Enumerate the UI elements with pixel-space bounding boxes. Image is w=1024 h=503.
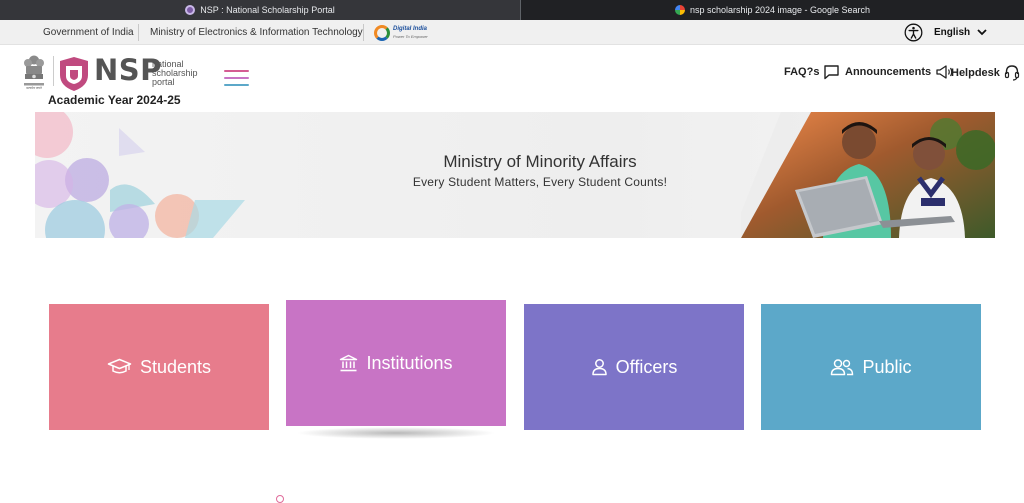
ministry-link[interactable]: Ministry of Electronics & Information Te… <box>150 27 363 38</box>
government-of-india-link[interactable]: Government of India <box>43 27 134 38</box>
chat-icon <box>824 65 840 80</box>
government-bar: Government of India Ministry of Electron… <box>0 20 1024 45</box>
site-header: सत्यमेव जयते NSP national scholarship po… <box>0 45 1024 112</box>
helpdesk-link[interactable]: Helpdesk <box>951 64 1020 81</box>
chevron-down-icon[interactable] <box>976 26 988 38</box>
nsp-logo-subtitle: national scholarship portal <box>152 60 198 87</box>
students-card[interactable]: Students <box>49 304 269 430</box>
card-label: Officers <box>615 356 678 377</box>
faqs-label: FAQ?s <box>784 66 820 78</box>
menu-line <box>224 84 249 86</box>
institutions-card[interactable]: Institutions <box>286 300 506 426</box>
academic-year: Academic Year 2024-25 <box>48 93 181 107</box>
logo-divider <box>53 56 54 86</box>
divider <box>138 24 139 41</box>
menu-line <box>224 77 249 79</box>
helpdesk-label: Helpdesk <box>951 66 1000 79</box>
card-label: Students <box>139 356 212 377</box>
digital-india-tagline: Power To Empower <box>393 33 428 39</box>
digital-india-text: Digital India <box>393 25 428 32</box>
banner-title: Ministry of Minority Affairs <box>443 152 637 171</box>
accessibility-icon[interactable] <box>904 23 923 42</box>
card-label: Institutions <box>366 352 453 373</box>
user-icon <box>591 359 607 376</box>
card-hover-shadow <box>296 427 496 439</box>
emblem-caption: सत्यमेव जयते <box>26 86 42 90</box>
graduation-cap-icon <box>107 358 132 374</box>
nsp-favicon-icon <box>185 5 196 15</box>
national-emblem-icon: सत्यमेव जयते <box>24 55 44 90</box>
card-label: Public <box>862 356 912 377</box>
tab-title: NSP : National Scholarship Portal <box>200 5 335 15</box>
browser-tab-google[interactable]: nsp scholarship 2024 image - Google Sear… <box>520 0 1024 20</box>
users-icon <box>831 359 854 376</box>
digital-india-logo[interactable]: Digital India Power To Empower <box>374 24 428 42</box>
browser-tab-nsp[interactable]: NSP : National Scholarship Portal <box>0 0 520 20</box>
public-card[interactable]: Public <box>761 304 981 430</box>
menu-line <box>224 70 249 72</box>
browser-tab-bar: NSP : National Scholarship Portal nsp sc… <box>0 0 1024 20</box>
announcements-link[interactable]: Announcements <box>845 64 954 80</box>
hero-banner: Ministry of Minority Affairs Every Stude… <box>35 112 995 238</box>
announcements-label: Announcements <box>845 66 932 78</box>
digital-india-mark-icon <box>374 25 390 41</box>
officers-card[interactable]: Officers <box>524 304 744 430</box>
faqs-link[interactable]: FAQ?s <box>784 64 840 80</box>
partial-icon <box>276 495 284 503</box>
google-favicon-icon <box>674 5 685 15</box>
hamburger-menu-icon[interactable] <box>224 68 250 90</box>
divider <box>363 24 364 41</box>
headset-icon <box>1004 65 1020 81</box>
logo-sub-line: portal <box>152 77 175 87</box>
nsp-shield-icon[interactable] <box>58 56 90 92</box>
language-select[interactable]: English <box>934 27 970 38</box>
tab-title: nsp scholarship 2024 image - Google Sear… <box>689 5 871 15</box>
institution-icon <box>340 354 358 372</box>
banner-subtitle: Every Student Matters, Every Student Cou… <box>412 175 668 189</box>
